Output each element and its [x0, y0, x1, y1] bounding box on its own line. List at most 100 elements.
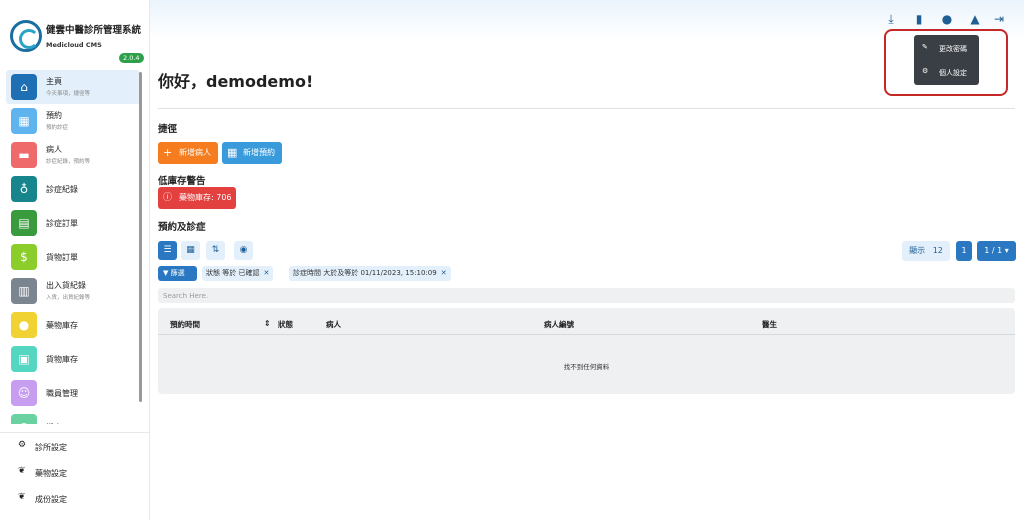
filter-chip-status[interactable]: 狀態 等於 已確認 ✕ — [202, 266, 274, 281]
add-patient-button[interactable]: + 新增病人 — [158, 142, 218, 164]
sidebar-item-label: 藥物設定 — [35, 469, 67, 478]
sidebar-item-goods-stock[interactable]: ▣ 貨物庫存 — [6, 342, 140, 376]
receipt-icon: $ — [11, 244, 37, 270]
search-input[interactable] — [158, 288, 1015, 303]
brand-logo — [10, 20, 42, 52]
bell-icon[interactable]: ▲ — [968, 12, 982, 26]
logout-icon[interactable]: ⇥ — [992, 12, 1006, 26]
sidebar-item-sub: 預約診症 — [46, 125, 69, 131]
sidebar-item-label: 出入貨紀錄 — [46, 281, 86, 290]
appointments-title: 預約及診症 — [158, 222, 206, 233]
sidebar-item-label: 成份設定 — [35, 495, 67, 504]
user-icon[interactable]: ● — [940, 12, 954, 26]
sidebar-item-medicine-stock[interactable]: ● 藥物庫存 — [6, 308, 140, 342]
sidebar-item-home[interactable]: ⌂ 主頁 今天事項，捷徑等 — [6, 70, 140, 104]
shortcuts-title: 捷徑 — [158, 124, 178, 135]
leaf-icon: ❦ — [18, 466, 26, 476]
sidebar-item-patients[interactable]: ▬ 病人 診症紀錄，預約等 — [6, 138, 140, 172]
sidebar-scrollbar[interactable] — [139, 72, 142, 402]
eye-icon[interactable]: ◉ — [234, 241, 253, 260]
column-header[interactable]: 病人 — [326, 319, 341, 330]
download-icon[interactable]: ⤓ — [884, 12, 898, 26]
chip-label: 診症時間 大於及等於 01/11/2023, 15:10:09 — [293, 269, 437, 277]
sidebar-item-sub: 今天事項，捷徑等 — [46, 91, 91, 97]
header-divider — [158, 334, 1015, 335]
per-page-label: 顯示 — [909, 246, 926, 255]
divider — [158, 108, 1015, 109]
sidebar-item-consultations[interactable]: ♁ 診症紀錄 — [6, 172, 140, 206]
sidebar-settings: ⚙ 診所設定 ❦ 藥物設定 ❦ 成份設定 — [0, 432, 150, 511]
low-stock-badge[interactable]: ⓘ 藥物庫存: 706 — [158, 187, 236, 209]
sidebar-item-appointments[interactable]: ▦ 預約 預約診症 — [6, 104, 140, 138]
per-page-value: 12 — [932, 246, 943, 255]
sidebar-item-goods-orders[interactable]: $ 貨物訂單 — [6, 240, 140, 274]
leaf-icon: ❦ — [18, 492, 26, 502]
gears-icon: ⚙ — [18, 440, 27, 450]
sidebar-item-staff[interactable]: ☺ 職員管理 — [6, 376, 140, 410]
sort-button[interactable]: ⇅ — [206, 241, 225, 260]
clipboard-icon: ▤ — [11, 210, 37, 236]
filter-label: 篩選 — [170, 269, 185, 277]
sidebar-item-label: 職員管理 — [46, 389, 78, 398]
sidebar-item-label: 貨物訂單 — [46, 253, 78, 262]
warehouse-icon: ▥ — [11, 278, 37, 304]
empty-state: 找不到任何資料 — [563, 363, 610, 371]
sidebar-item-stock-records[interactable]: ▥ 出入貨紀錄 入貨，出貨紀錄等 — [6, 274, 140, 308]
file-icon: ▯ — [11, 414, 37, 424]
button-label: 新增預約 — [243, 148, 275, 157]
sidebar-item-medicine-settings[interactable]: ❦ 藥物設定 — [0, 459, 150, 485]
column-header[interactable]: 預約時間 — [170, 319, 200, 330]
close-icon[interactable]: ✕ — [441, 269, 447, 277]
sidebar-item-label: 檔案 — [46, 422, 62, 424]
column-header[interactable]: 病人編號 — [544, 319, 574, 330]
page-title: 你好，demodemo! — [158, 72, 314, 91]
per-page-select[interactable]: 顯示 12 — [902, 241, 950, 261]
bed-icon: ▬ — [11, 142, 37, 168]
version-badge: 2.0.4 — [119, 53, 144, 63]
grid-view-button[interactable]: ▦ — [181, 241, 200, 260]
list-view-button[interactable]: ☰ — [158, 241, 177, 260]
filter-chip-time[interactable]: 診症時間 大於及等於 01/11/2023, 15:10:09 ✕ — [289, 266, 451, 281]
sidebar-nav: ⌂ 主頁 今天事項，捷徑等 ▦ 預約 預約診症 ▬ 病人 診症紀錄，預約等 ♁ … — [6, 70, 140, 424]
filter-icon: ▼ — [163, 269, 169, 277]
sidebar-item-sub: 入貨，出貨紀錄等 — [46, 295, 91, 301]
close-icon[interactable]: ✕ — [263, 269, 269, 277]
brand-title: 健雲中醫診所管理系統 — [46, 25, 142, 36]
low-stock-title: 低庫存警告 — [158, 176, 206, 187]
badge-label: 藥物庫存: 706 — [179, 193, 232, 202]
sidebar-item-clinic-settings[interactable]: ⚙ 診所設定 — [0, 433, 150, 459]
clipboard-icon[interactable]: ▮ — [912, 12, 926, 26]
add-appointment-button[interactable]: ▦ 新增預約 — [222, 142, 282, 164]
sidebar-item-consultation-orders[interactable]: ▤ 診症訂單 — [6, 206, 140, 240]
column-header[interactable]: 醫生 — [762, 319, 777, 330]
brand-subtitle: Medicloud CMS — [46, 41, 102, 49]
sidebar-item-label: 藥物庫存 — [46, 321, 78, 330]
button-label: 新增病人 — [179, 148, 211, 157]
pills-icon: ● — [11, 312, 37, 338]
sidebar-item-label: 診所設定 — [35, 443, 67, 452]
alert-circle-icon: ⓘ — [163, 193, 173, 203]
sort-icon[interactable]: ⇕ — [264, 319, 271, 328]
main-content: 你好，demodemo! 捷徑 + 新增病人 ▦ 新增預約 低庫存警告 ⓘ 藥物… — [150, 40, 1024, 520]
sidebar-item-label: 病人 — [46, 145, 62, 154]
sidebar-item-label: 診症紀錄 — [46, 185, 78, 194]
plus-icon: + — [163, 146, 173, 159]
sidebar-item-ingredient-settings[interactable]: ❦ 成份設定 — [0, 485, 150, 511]
chip-label: 狀態 等於 已確認 — [206, 269, 260, 277]
filter-button[interactable]: ▼ 篩選 — [158, 266, 197, 281]
current-page-button[interactable]: 1 — [956, 241, 972, 261]
home-icon: ⌂ — [11, 74, 37, 100]
page-select[interactable]: 1 / 1 ▾ — [977, 241, 1016, 261]
calendar-plus-icon: ▦ — [227, 146, 238, 159]
sidebar-item-label: 貨物庫存 — [46, 355, 78, 364]
sidebar-item-label: 診症訂單 — [46, 219, 78, 228]
sidebar-item-files[interactable]: ▯ 檔案 — [6, 410, 140, 424]
sidebar-item-label: 預約 — [46, 111, 62, 120]
sidebar: 健雲中醫診所管理系統 Medicloud CMS 2.0.4 ⌂ 主頁 今天事項… — [0, 0, 150, 520]
sidebar-item-label: 主頁 — [46, 77, 62, 86]
staff-icon: ☺ — [11, 380, 37, 406]
column-header[interactable]: 狀態 — [278, 319, 293, 330]
calendar-clock-icon: ▦ — [11, 108, 37, 134]
appointments-table: 預約時間 ⇕ 狀態 病人 病人編號 醫生 找不到任何資料 — [158, 308, 1015, 394]
sidebar-item-sub: 診症紀錄，預約等 — [46, 159, 91, 165]
